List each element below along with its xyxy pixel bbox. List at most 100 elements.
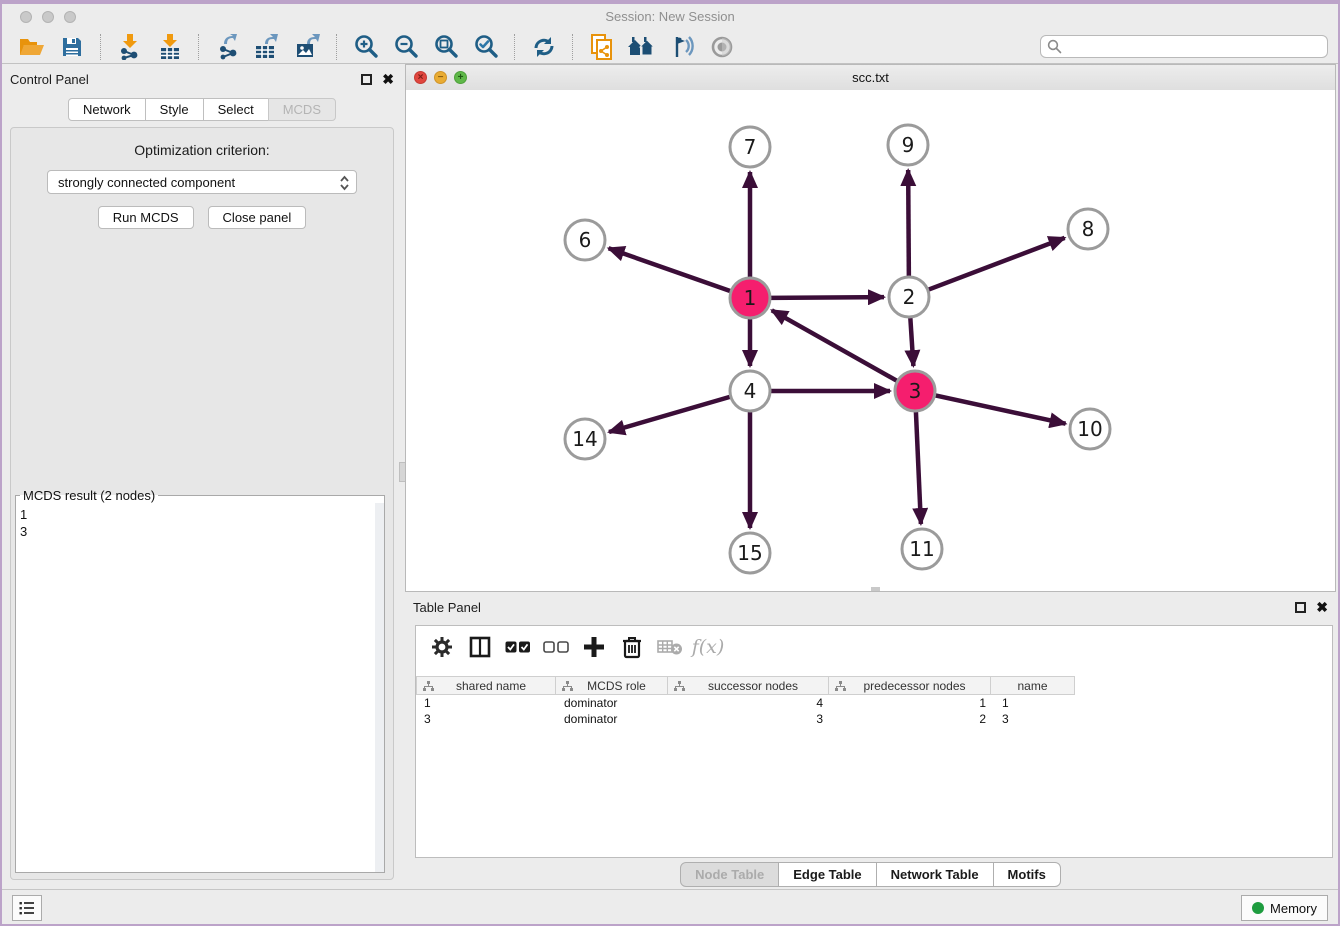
network-canvas[interactable]: 1234678910111415: [406, 90, 1335, 591]
control-panel-tabs: Network Style Select MCDS: [2, 98, 402, 121]
desktop: Session: New Session: [0, 0, 1340, 926]
delete-table-icon[interactable]: [656, 634, 684, 660]
zoom-fit-icon[interactable]: [431, 33, 461, 61]
graph-node-label-3: 3: [909, 379, 922, 403]
deselect-all-checkboxes-icon[interactable]: [542, 634, 570, 660]
export-image-icon[interactable]: [293, 33, 323, 61]
mcds-result-scrollbar[interactable]: [375, 503, 384, 872]
close-panel-button[interactable]: Close panel: [208, 206, 307, 229]
tab-style[interactable]: Style: [145, 98, 204, 121]
refresh-network-icon[interactable]: [529, 33, 559, 61]
export-table-icon[interactable]: [253, 33, 283, 61]
app-window: Session: New Session: [2, 4, 1338, 924]
toolbar-separator: [198, 34, 200, 60]
table-cell[interactable]: dominator: [556, 695, 669, 711]
graph-edge-3-10[interactable]: [936, 395, 1066, 423]
run-mcds-button[interactable]: Run MCDS: [98, 206, 194, 229]
table-toolbar: f(x): [416, 626, 1332, 668]
tab-motifs[interactable]: Motifs: [993, 862, 1061, 887]
table-cell[interactable]: 1: [831, 695, 994, 711]
tab-network[interactable]: Network: [68, 98, 146, 121]
graph-edge-4-14[interactable]: [609, 397, 730, 432]
table-cell[interactable]: 3: [669, 711, 831, 727]
table-cell[interactable]: 4: [669, 695, 831, 711]
table-cell[interactable]: dominator: [556, 711, 669, 727]
graph-edge-1-6[interactable]: [609, 248, 731, 291]
table-row[interactable]: 1dominator411: [416, 695, 1079, 711]
node-table: shared nameMCDS rolesuccessor nodesprede…: [416, 676, 1079, 727]
tab-network-table[interactable]: Network Table: [876, 862, 994, 887]
graph-node-label-4: 4: [744, 379, 757, 403]
column-header-shared-name[interactable]: shared name: [416, 676, 556, 695]
optimization-criterion-select[interactable]: strongly connected component: [47, 170, 357, 194]
table-cell[interactable]: 1: [416, 695, 556, 711]
graph-edge-2-3[interactable]: [910, 318, 913, 366]
canvas-resize-grip[interactable]: [871, 587, 880, 591]
column-header-predecessor-nodes[interactable]: predecessor nodes: [828, 676, 991, 695]
export-network-icon[interactable]: [213, 33, 243, 61]
clone-network-icon[interactable]: [587, 33, 617, 61]
network-window-titlebar: × − + scc.txt: [406, 65, 1335, 91]
import-network-icon[interactable]: [115, 33, 145, 61]
table-tabs: Node Table Edge Table Network Table Moti…: [405, 862, 1336, 887]
search-input[interactable]: [1040, 35, 1328, 58]
control-panel-header: Control Panel ✖: [2, 68, 402, 90]
graph-node-label-11: 11: [909, 537, 934, 561]
graph-edge-3-11[interactable]: [916, 412, 921, 524]
import-table-icon[interactable]: [155, 33, 185, 61]
save-session-icon[interactable]: [57, 33, 87, 61]
delete-column-icon[interactable]: [618, 634, 646, 660]
control-panel: Control Panel ✖ Network Style Select MCD…: [2, 68, 402, 884]
tab-edge-table[interactable]: Edge Table: [778, 862, 876, 887]
table-cell[interactable]: 1: [994, 695, 1079, 711]
function-builder-icon[interactable]: f(x): [694, 634, 722, 660]
table-cell[interactable]: 3: [994, 711, 1079, 727]
select-all-checkboxes-icon[interactable]: [504, 634, 532, 660]
close-panel-icon[interactable]: ✖: [382, 72, 394, 86]
graph-node-label-7: 7: [744, 135, 757, 159]
tab-node-table[interactable]: Node Table: [680, 862, 779, 887]
mcds-buttons: Run MCDS Close panel: [11, 206, 393, 229]
graph-node-label-8: 8: [1082, 217, 1095, 241]
graph-edge-1-2[interactable]: [771, 297, 884, 298]
node-table-container: f(x) shared nameMCDS rolesuccessor nodes…: [415, 625, 1333, 858]
table-row[interactable]: 3dominator323: [416, 711, 1079, 727]
chevron-updown-icon: [339, 174, 350, 195]
graph-edge-2-8[interactable]: [929, 238, 1065, 290]
table-settings-icon[interactable]: [428, 634, 456, 660]
show-graphics-icon[interactable]: [707, 33, 737, 61]
open-session-icon[interactable]: [17, 33, 47, 61]
table-header-row: shared nameMCDS rolesuccessor nodesprede…: [416, 676, 1079, 695]
search-box: [1040, 35, 1328, 58]
column-header-MCDS-role[interactable]: MCDS role: [555, 676, 668, 695]
mcds-result-text[interactable]: 1 3: [18, 505, 382, 870]
graph-edge-2-9[interactable]: [908, 170, 909, 276]
toolbar-separator: [514, 34, 516, 60]
zoom-out-icon[interactable]: [391, 33, 421, 61]
graph-edge-3-1[interactable]: [772, 310, 897, 380]
column-header-name[interactable]: name: [990, 676, 1075, 695]
tab-mcds[interactable]: MCDS: [268, 98, 336, 121]
float-table-panel-icon[interactable]: [1295, 602, 1306, 613]
table-panel-title: Table Panel: [413, 600, 481, 615]
hide-graphics-icon[interactable]: [667, 33, 697, 61]
memory-status-icon: [1252, 902, 1264, 914]
float-panel-icon[interactable]: [361, 74, 372, 85]
close-table-panel-icon[interactable]: ✖: [1316, 600, 1328, 614]
add-column-icon[interactable]: [580, 634, 608, 660]
column-header-successor-nodes[interactable]: successor nodes: [667, 676, 829, 695]
zoom-in-icon[interactable]: [351, 33, 381, 61]
tab-select[interactable]: Select: [203, 98, 269, 121]
table-rows: 1dominator4113dominator323: [416, 695, 1079, 727]
table-cell[interactable]: 3: [416, 711, 556, 727]
graph-node-label-1: 1: [744, 286, 757, 310]
task-history-button[interactable]: [12, 895, 42, 921]
toolbar-separator: [572, 34, 574, 60]
table-cell[interactable]: 2: [831, 711, 994, 727]
memory-button[interactable]: Memory: [1241, 895, 1328, 921]
split-columns-icon[interactable]: [466, 634, 494, 660]
search-icon: [1047, 39, 1062, 59]
optimization-criterion-label: Optimization criterion:: [11, 142, 393, 158]
home-view-icon[interactable]: [627, 33, 657, 61]
zoom-selected-icon[interactable]: [471, 33, 501, 61]
